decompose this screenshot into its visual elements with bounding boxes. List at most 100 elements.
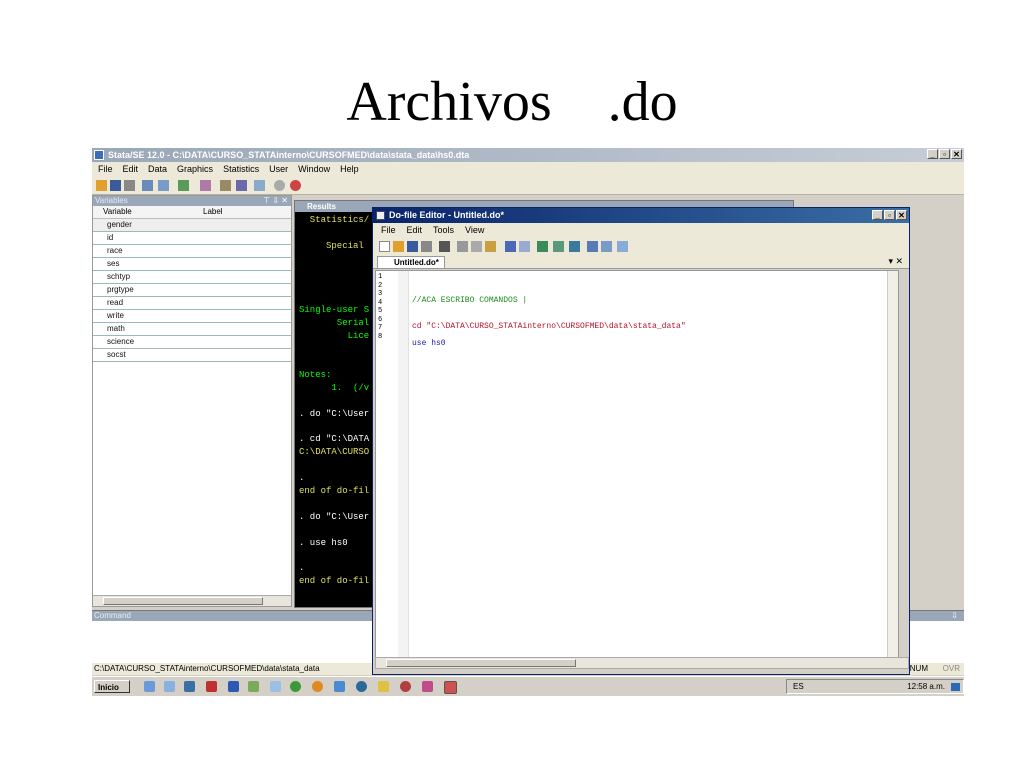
more-icon[interactable] (274, 180, 285, 191)
variable-row[interactable]: ses (93, 258, 291, 271)
variable-row[interactable]: math (93, 323, 291, 336)
quicklaunch-icon[interactable] (356, 681, 367, 692)
editor-titlebar: Do-file Editor - Untitled.do* _ ▫ ✕ (373, 208, 909, 223)
paste-icon[interactable] (485, 241, 496, 252)
quicklaunch-icon[interactable] (400, 681, 411, 692)
run-icon[interactable] (617, 241, 628, 252)
code-editor[interactable]: 12345678 //ACA ESCRIBO COMANDOS | cd "C:\… (375, 270, 899, 658)
variable-row[interactable]: schtyp (93, 271, 291, 284)
start-button[interactable]: Inicio (94, 680, 130, 693)
menu-item-edit[interactable]: Edit (123, 162, 139, 176)
line-number: 8 (378, 332, 383, 341)
command-pane-control[interactable]: ⇩ (951, 611, 958, 621)
close-button[interactable]: ✕ (951, 149, 962, 159)
editor-menu-file[interactable]: File (381, 223, 396, 237)
quicklaunch-icon[interactable] (248, 681, 259, 692)
save-icon[interactable] (407, 241, 418, 252)
quicklaunch-icon[interactable] (184, 681, 195, 692)
log-icon[interactable] (142, 180, 153, 191)
copy-icon[interactable] (471, 241, 482, 252)
editor-toolbar (373, 237, 909, 255)
menu-item-graphics[interactable]: Graphics (177, 162, 213, 176)
quicklaunch-icon[interactable] (334, 681, 345, 692)
variable-row[interactable]: prgtype (93, 284, 291, 297)
variables-pane-controls[interactable]: ⊤ ⇩ ✕ (263, 196, 288, 206)
tab-controls[interactable]: ▾ ✕ (888, 255, 903, 268)
variables-hscrollbar[interactable] (93, 595, 291, 606)
app-titlebar: Stata/SE 12.0 - C:\DATA\CURSO_STATAinter… (92, 148, 964, 162)
editor-vscrollbar[interactable] (887, 271, 898, 657)
menu-item-help[interactable]: Help (340, 162, 359, 176)
data-browser-icon[interactable] (236, 180, 247, 191)
editor-menu-tools[interactable]: Tools (433, 223, 454, 237)
editor-minimize-button[interactable]: _ (872, 210, 883, 220)
minimize-button[interactable]: _ (927, 149, 938, 159)
editor-menubar: File Edit Tools View (373, 223, 909, 237)
variable-column-header[interactable]: Variable (93, 206, 193, 218)
editor-maximize-button[interactable]: ▫ (884, 210, 895, 220)
new-icon[interactable] (379, 241, 390, 252)
print-icon[interactable] (124, 180, 135, 191)
taskbar: Inicio ES 12:58 a.m. (92, 676, 964, 696)
graph-icon[interactable] (178, 180, 189, 191)
viewer-icon[interactable] (158, 180, 169, 191)
bookmark-icon[interactable] (569, 241, 580, 252)
find-icon[interactable] (439, 241, 450, 252)
save-icon[interactable] (110, 180, 121, 191)
open-icon[interactable] (393, 241, 404, 252)
stata-task-icon[interactable] (444, 681, 457, 694)
language-indicator[interactable]: ES (793, 680, 804, 694)
show-desktop-icon[interactable] (951, 683, 960, 691)
shift-left-icon[interactable] (553, 241, 564, 252)
variable-row[interactable]: science (93, 336, 291, 349)
line-number: 4 (378, 298, 383, 307)
results-line: Statistics/ (299, 215, 370, 225)
variable-row[interactable]: id (93, 232, 291, 245)
maximize-button[interactable]: ▫ (939, 149, 950, 159)
quicklaunch-icon[interactable] (270, 681, 281, 692)
r-icon[interactable] (228, 681, 239, 692)
shift-right-icon[interactable] (537, 241, 548, 252)
dofile-editor-icon[interactable] (200, 180, 211, 191)
system-tray: ES 12:58 a.m. (786, 679, 964, 694)
quicklaunch-icon[interactable] (422, 681, 433, 692)
chrome-icon[interactable] (290, 681, 301, 692)
variable-row[interactable]: read (93, 297, 291, 310)
quicklaunch-icon[interactable] (206, 681, 217, 692)
editor-menu-view[interactable]: View (465, 223, 484, 237)
editor-tabs: Untitled.do* ▾ ✕ (373, 255, 909, 269)
undo-icon[interactable] (505, 241, 516, 252)
editor-close-button[interactable]: ✕ (896, 210, 907, 220)
variable-row[interactable]: socst (93, 349, 291, 362)
quicklaunch-icon[interactable] (144, 681, 155, 692)
variable-row[interactable]: gender (93, 219, 291, 232)
editor-hscroll-thumb[interactable] (386, 659, 576, 667)
results-line: end of do-fil (299, 485, 370, 496)
menu-item-user[interactable]: User (269, 162, 288, 176)
variables-manager-icon[interactable] (254, 180, 265, 191)
variable-row[interactable]: race (93, 245, 291, 258)
variable-row[interactable]: write (93, 310, 291, 323)
variables-scroll-thumb[interactable] (103, 597, 263, 605)
open-icon[interactable] (96, 180, 107, 191)
data-editor-icon[interactable] (220, 180, 231, 191)
quicklaunch-icon[interactable] (378, 681, 389, 692)
menu-item-window[interactable]: Window (298, 162, 330, 176)
cut-icon[interactable] (457, 241, 468, 252)
next-bookmark-icon[interactable] (587, 241, 598, 252)
tab-untitled-do[interactable]: Untitled.do* (377, 256, 445, 268)
break-icon[interactable] (290, 180, 301, 191)
editor-hscrollbar[interactable] (375, 657, 909, 669)
quicklaunch-icon[interactable] (164, 681, 175, 692)
menu-item-statistics[interactable]: Statistics (223, 162, 259, 176)
print-icon[interactable] (421, 241, 432, 252)
app-toolbar (92, 176, 964, 195)
menu-item-file[interactable]: File (98, 162, 113, 176)
redo-icon[interactable] (519, 241, 530, 252)
label-column-header[interactable]: Label (193, 206, 223, 218)
firefox-icon[interactable] (312, 681, 323, 692)
editor-menu-edit[interactable]: Edit (407, 223, 423, 237)
do-icon[interactable] (601, 241, 612, 252)
line-number: 1 (378, 273, 383, 281)
menu-item-data[interactable]: Data (148, 162, 167, 176)
